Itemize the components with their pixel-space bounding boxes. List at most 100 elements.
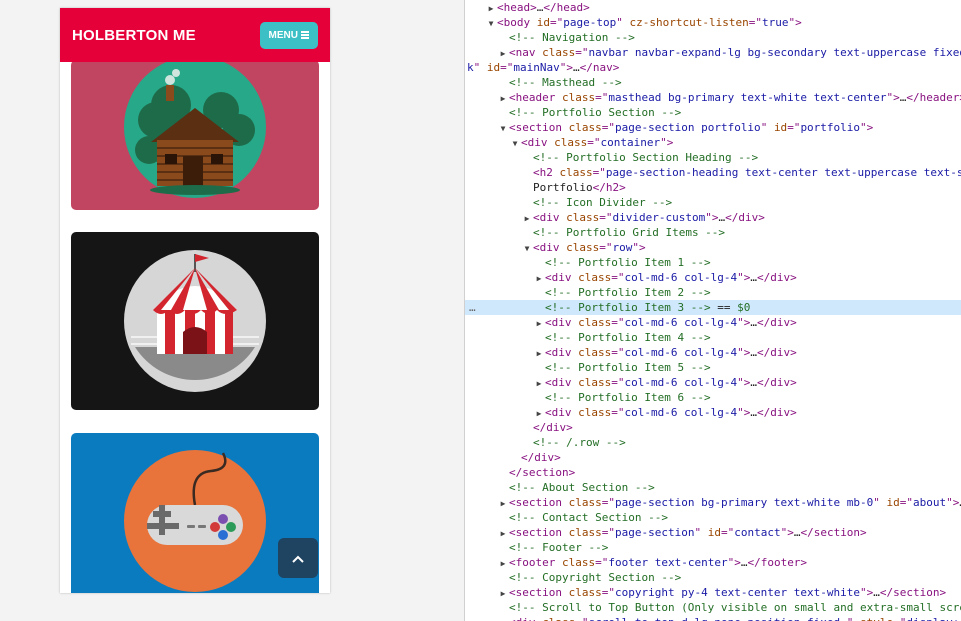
expand-arrow-icon[interactable]: ▶ [533, 271, 545, 286]
dom-node[interactable]: ▶ <section class="page-section" id="conta… [465, 525, 961, 540]
scroll-to-top-button[interactable] [278, 538, 318, 578]
dom-node[interactable]: </div> [465, 420, 961, 435]
dom-val-text: row [612, 241, 633, 254]
dom-cmt-text: <!-- Copyright Section --> [509, 571, 682, 584]
dom-txt-text: … [750, 316, 757, 329]
dom-tag-text: </div> [756, 376, 797, 389]
expand-arrow-icon[interactable]: ▶ [497, 526, 509, 541]
expand-arrow-icon[interactable]: ▶ [533, 316, 545, 331]
dom-node[interactable]: <!-- Portfolio Item 4 --> [465, 330, 961, 345]
dom-node[interactable]: Portfolio</h2> [465, 180, 961, 195]
dom-node[interactable]: <!-- Portfolio Item 5 --> [465, 360, 961, 375]
dom-cmt-text: <!-- Portfolio Item 1 --> [545, 256, 711, 269]
dom-attr-text: cz-shortcut-listen [629, 16, 749, 29]
dom-node[interactable]: <!-- Portfolio Section --> [465, 105, 961, 120]
expand-arrow-icon[interactable]: ▶ [485, 1, 497, 16]
collapse-arrow-icon[interactable]: ▼ [485, 16, 497, 31]
dom-val-text: divider-custom [612, 211, 706, 224]
dom-val-text: page-section-heading text-center text-up… [605, 166, 961, 179]
expand-arrow-icon[interactable]: ▶ [497, 556, 509, 571]
dom-tag-text: "> [788, 16, 802, 29]
expand-arrow-icon[interactable]: ▶ [521, 211, 533, 226]
portfolio-item-cabin[interactable] [71, 60, 319, 210]
expand-arrow-icon[interactable]: ▶ [533, 406, 545, 421]
dom-attr-text: class [542, 616, 575, 621]
dom-node[interactable]: ▼ <section class="page-section portfolio"… [465, 120, 961, 135]
collapse-arrow-icon[interactable]: ▼ [497, 121, 509, 136]
dom-node[interactable]: ▶ <footer class="footer text-center">…</f… [465, 555, 961, 570]
screen: HOLBERTON ME MENU ▶ <head>…</head> ▼ <bo… [0, 0, 961, 621]
dom-node[interactable]: <!-- Copyright Section --> [465, 570, 961, 585]
dom-tag-text: =" [595, 91, 609, 104]
dom-tag-text: <footer [509, 556, 562, 569]
dom-tag-text: <section [509, 526, 569, 539]
node-actions-ellipsis-icon[interactable]: … [469, 300, 476, 315]
dom-node[interactable]: ▼ <body id="page-top" cz-shortcut-listen=… [465, 15, 961, 30]
dom-tag-text: </header> [906, 91, 961, 104]
dom-tag-text: " [760, 121, 774, 134]
dom-node[interactable]: <!-- Portfolio Item 6 --> [465, 390, 961, 405]
dom-node[interactable]: ▶ <div class="col-md-6 col-lg-4">…</div> [465, 405, 961, 420]
dom-node[interactable]: ▶ <div class="col-md-6 col-lg-4">…</div> [465, 345, 961, 360]
collapse-arrow-icon[interactable]: ▼ [509, 136, 521, 151]
dom-node[interactable]: k" id="mainNav">…</nav> [465, 60, 961, 75]
expand-arrow-icon[interactable]: ▶ [497, 616, 509, 621]
expand-arrow-icon[interactable]: ▶ [533, 376, 545, 391]
dom-node[interactable]: ▶ <div class="divider-custom">…</div> [465, 210, 961, 225]
dom-node[interactable]: <!-- Navigation --> [465, 30, 961, 45]
dom-tag-text: <div [521, 136, 555, 149]
dom-tag-text: =" [611, 271, 625, 284]
dom-node[interactable]: ▶ <header class="masthead bg-primary text… [465, 90, 961, 105]
dom-tag-text: </section> [509, 466, 576, 479]
dom-node[interactable]: <h2 class="page-section-heading text-cen… [465, 165, 961, 180]
dom-cmt-text: <!-- Portfolio Item 2 --> [545, 286, 711, 299]
dom-node[interactable]: <!-- Contact Section --> [465, 510, 961, 525]
dom-node[interactable]: <!-- Footer --> [465, 540, 961, 555]
dom-tag-text: =" [601, 121, 615, 134]
portfolio-item-circus[interactable] [71, 232, 319, 410]
expand-arrow-icon[interactable]: ▶ [497, 46, 509, 61]
dom-tag-text: =" [599, 211, 613, 224]
dom-tag-text: =" [592, 166, 606, 179]
dom-val-text: mainNav [513, 61, 560, 74]
dom-node[interactable]: ▶ <section class="copyright py-4 text-cen… [465, 585, 961, 600]
dom-node[interactable]: <!-- Portfolio Section Heading --> [465, 150, 961, 165]
dom-cmt-text: <!-- Portfolio Item 4 --> [545, 331, 711, 344]
dom-node[interactable]: </section> [465, 465, 961, 480]
dom-node[interactable]: <!-- Icon Divider --> [465, 195, 961, 210]
dom-node[interactable]: <!-- Portfolio Item 1 --> [465, 255, 961, 270]
dom-node[interactable]: ▶<div class="scroll-to-top d-lg-none pos… [465, 615, 961, 621]
dom-cmt-text: <!-- Contact Section --> [509, 511, 668, 524]
dom-node[interactable]: <!-- /.row --> [465, 435, 961, 450]
dom-cmt-text: <!-- /.row --> [533, 436, 626, 449]
dom-node[interactable]: ▶ <div class="col-md-6 col-lg-4">…</div> [465, 315, 961, 330]
dom-node[interactable]: <!-- Portfolio Item 2 --> [465, 285, 961, 300]
dom-node[interactable]: ▼ <div class="container"> [465, 135, 961, 150]
expand-arrow-icon[interactable]: ▶ [497, 586, 509, 601]
dom-node[interactable]: ▼ <div class="row"> [465, 240, 961, 255]
menu-button[interactable]: MENU [259, 21, 318, 49]
dom-node[interactable]: <!-- Masthead --> [465, 75, 961, 90]
expand-arrow-icon[interactable]: ▶ [533, 346, 545, 361]
dom-tag-text: =" [611, 406, 625, 419]
dom-tag-text: </head> [543, 1, 590, 14]
dom-node[interactable]: ▶ <section class="page-section bg-primary… [465, 495, 961, 510]
dom-node[interactable]: ▶ <head>…</head> [465, 0, 961, 15]
dom-node[interactable]: ▶ <div class="col-md-6 col-lg-4">…</div> [465, 270, 961, 285]
dom-node[interactable]: ▶ <nav class="navbar navbar-expand-lg bg-… [465, 45, 961, 60]
dom-node[interactable]: </div> [465, 450, 961, 465]
brand-logo-text[interactable]: HOLBERTON ME [72, 27, 196, 44]
dom-tag-text: </div> [756, 316, 797, 329]
expand-arrow-icon[interactable]: ▶ [497, 91, 509, 106]
collapse-arrow-icon[interactable]: ▼ [521, 241, 533, 256]
dom-val-text: masthead bg-primary text-white text-cent… [608, 91, 887, 104]
dom-node[interactable]: <!-- About Section --> [465, 480, 961, 495]
dom-attr-text: id [886, 496, 900, 509]
dom-attr-text: class [578, 376, 612, 389]
dom-node[interactable]: <!-- Portfolio Grid Items --> [465, 225, 961, 240]
dom-tag-text: <nav [509, 46, 543, 59]
dom-node[interactable]: ▶ <div class="col-md-6 col-lg-4">…</div> [465, 375, 961, 390]
dom-node[interactable]: <!-- Scroll to Top Button (Only visible … [465, 600, 961, 615]
expand-arrow-icon[interactable]: ▶ [497, 496, 509, 511]
dom-node-selected[interactable]: <!-- Portfolio Item 3 --> == $0… [465, 300, 961, 315]
